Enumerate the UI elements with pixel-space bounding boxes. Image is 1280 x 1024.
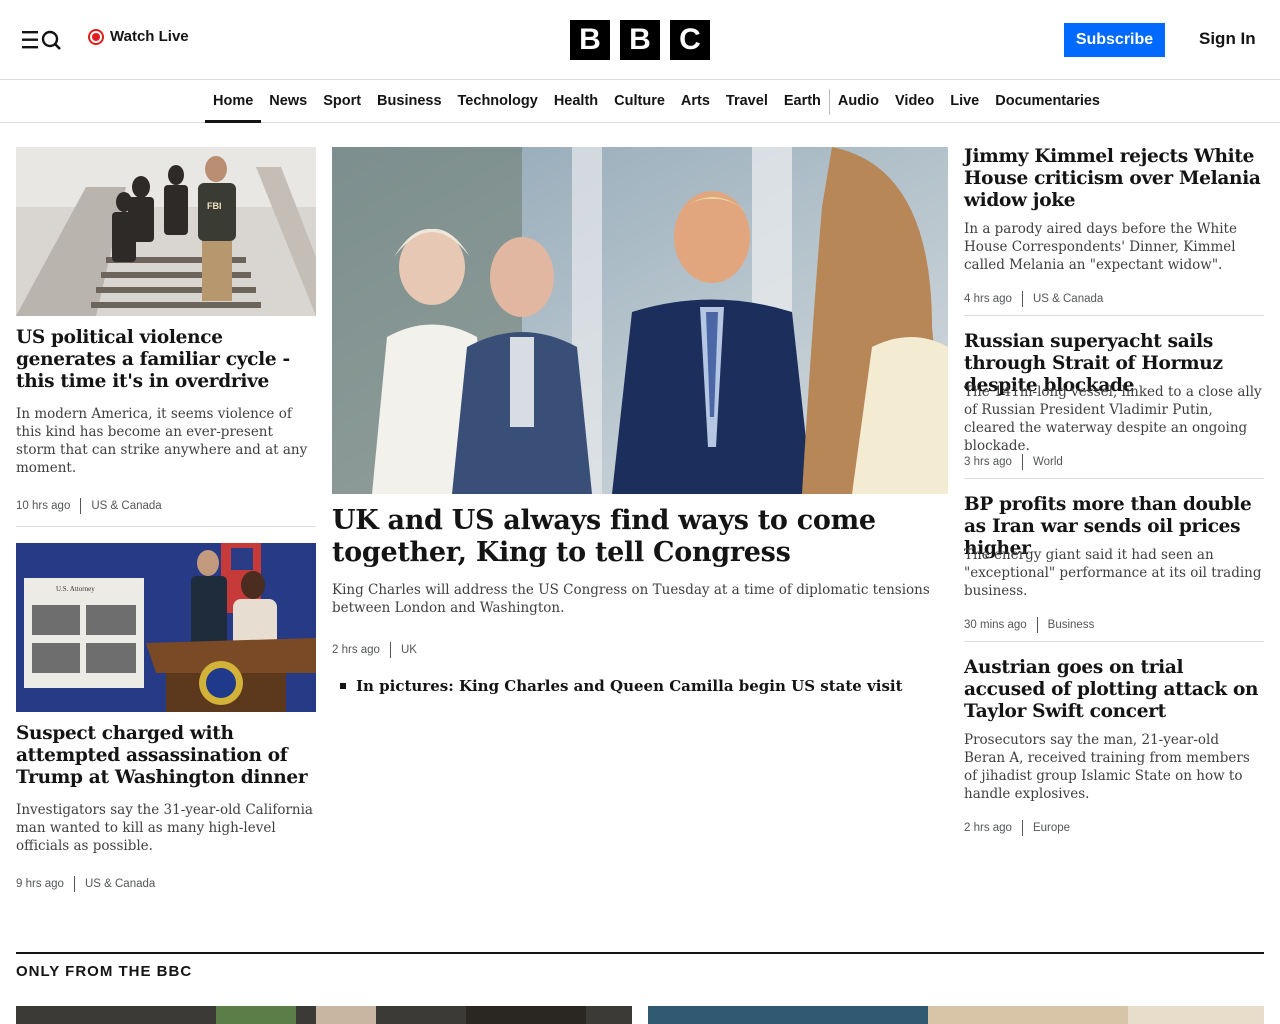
meta-separator xyxy=(1021,454,1023,470)
watch-live-link[interactable]: Watch Live xyxy=(88,28,189,45)
nav-list: Home News Sport Business Technology Heal… xyxy=(205,81,1108,123)
watch-live-label: Watch Live xyxy=(110,28,189,45)
story-time: 2 hrs ago xyxy=(332,644,380,656)
menu-search-icon[interactable] xyxy=(22,29,62,51)
story-divider xyxy=(964,478,1264,479)
main-story-summary: King Charles will address the US Congres… xyxy=(332,582,930,616)
svg-text:U.S. Attorney: U.S. Attorney xyxy=(56,585,95,593)
section-title-only-from-bbc: ONLY FROM THE BBC xyxy=(16,963,193,980)
section-rule xyxy=(16,952,1264,954)
story-summary: In modern America, it seems violence of … xyxy=(16,406,308,476)
nav-item-documentaries[interactable]: Documentaries xyxy=(987,81,1108,122)
menu-icon xyxy=(22,31,38,49)
story-meta: 10 hrs ago US & Canada xyxy=(16,498,162,514)
story-time: 30 mins ago xyxy=(964,619,1027,631)
story-summary: The energy giant said it had seen an "ex… xyxy=(964,547,1262,599)
story-summary: In a parody aired days before the White … xyxy=(964,221,1237,273)
story-headline[interactable]: Austrian goes on trial accused of plotti… xyxy=(964,657,1264,723)
story-meta: 30 mins ago Business xyxy=(964,617,1094,633)
meta-separator xyxy=(1021,291,1023,307)
nav-item-travel[interactable]: Travel xyxy=(718,81,776,122)
meta-separator xyxy=(1021,820,1023,836)
nav-item-culture[interactable]: Culture xyxy=(606,81,673,122)
story-time: 2 hrs ago xyxy=(964,822,1012,834)
story-meta: 4 hrs ago US & Canada xyxy=(964,291,1103,307)
live-indicator-icon xyxy=(88,28,104,45)
nav-item-news[interactable]: News xyxy=(261,81,315,122)
story-headline[interactable]: Suspect charged with attempted assassina… xyxy=(16,723,312,789)
story-image-fbi-stairs[interactable]: FBI xyxy=(16,147,316,316)
logo-letter: B xyxy=(620,20,660,60)
sign-in-link[interactable]: Sign In xyxy=(1199,29,1256,49)
main-story-meta: 2 hrs ago UK xyxy=(332,642,417,658)
subscribe-button[interactable]: Subscribe xyxy=(1064,23,1165,57)
story-section[interactable]: UK xyxy=(401,644,417,656)
nav-item-business[interactable]: Business xyxy=(369,81,449,122)
related-story-label: In pictures: King Charles and Queen Cami… xyxy=(356,677,903,695)
story-summary: The 141m-long vessel, linked to a close … xyxy=(964,384,1262,454)
story-divider xyxy=(964,641,1264,642)
logo-letter: B xyxy=(570,20,610,60)
search-icon xyxy=(41,30,61,50)
story-time: 3 hrs ago xyxy=(964,456,1012,468)
story-time: 9 hrs ago xyxy=(16,878,64,890)
nav-item-earth[interactable]: Earth xyxy=(776,81,829,122)
story-meta: 3 hrs ago World xyxy=(964,454,1063,470)
main-story-image[interactable] xyxy=(332,147,948,494)
story-meta: 2 hrs ago Europe xyxy=(964,820,1070,836)
story-headline[interactable]: Jimmy Kimmel rejects White House critici… xyxy=(964,146,1264,212)
story-time: 10 hrs ago xyxy=(16,500,71,512)
story-section[interactable]: World xyxy=(1033,456,1063,468)
story-section[interactable]: Europe xyxy=(1033,822,1070,834)
bullet-icon xyxy=(340,683,346,689)
logo-letter: C xyxy=(670,20,710,60)
story-summary: Investigators say the 31-year-old Califo… xyxy=(16,802,313,854)
meta-separator xyxy=(73,876,75,892)
nav-item-live[interactable]: Live xyxy=(942,81,987,122)
main-navigation: Home News Sport Business Technology Heal… xyxy=(0,81,1280,123)
nav-item-home[interactable]: Home xyxy=(205,81,262,123)
story-time: 4 hrs ago xyxy=(964,293,1012,305)
bbc-logo[interactable]: B B C xyxy=(570,20,710,60)
story-section[interactable]: US & Canada xyxy=(85,878,155,890)
story-summary: Prosecutors say the man, 21-year-old Ber… xyxy=(964,732,1250,802)
story-section[interactable]: US & Canada xyxy=(1033,293,1103,305)
nav-item-health[interactable]: Health xyxy=(546,81,606,122)
story-headline[interactable]: US political violence generates a famili… xyxy=(16,327,312,393)
meta-separator xyxy=(80,498,82,514)
story-section[interactable]: Business xyxy=(1048,619,1095,631)
story-section[interactable]: US & Canada xyxy=(91,500,161,512)
promo-image-left[interactable] xyxy=(16,1006,632,1024)
nav-item-technology[interactable]: Technology xyxy=(450,81,546,122)
site-header: Watch Live B B C Subscribe Sign In xyxy=(0,0,1280,80)
meta-separator xyxy=(1036,617,1038,633)
meta-separator xyxy=(389,642,391,658)
nav-item-arts[interactable]: Arts xyxy=(673,81,718,122)
story-image-press-conference[interactable]: U.S. Attorney xyxy=(16,543,316,712)
related-story-link[interactable]: In pictures: King Charles and Queen Cami… xyxy=(340,677,903,695)
main-story-headline[interactable]: UK and US always find ways to come toget… xyxy=(332,505,948,569)
story-meta: 9 hrs ago US & Canada xyxy=(16,876,155,892)
svg-text:FBI: FBI xyxy=(207,201,222,211)
story-divider xyxy=(16,526,316,527)
promo-image-right[interactable] xyxy=(648,1006,1264,1024)
nav-item-video[interactable]: Video xyxy=(887,81,942,122)
nav-item-sport[interactable]: Sport xyxy=(315,81,369,122)
story-divider xyxy=(964,315,1264,316)
nav-item-audio[interactable]: Audio xyxy=(830,81,887,122)
